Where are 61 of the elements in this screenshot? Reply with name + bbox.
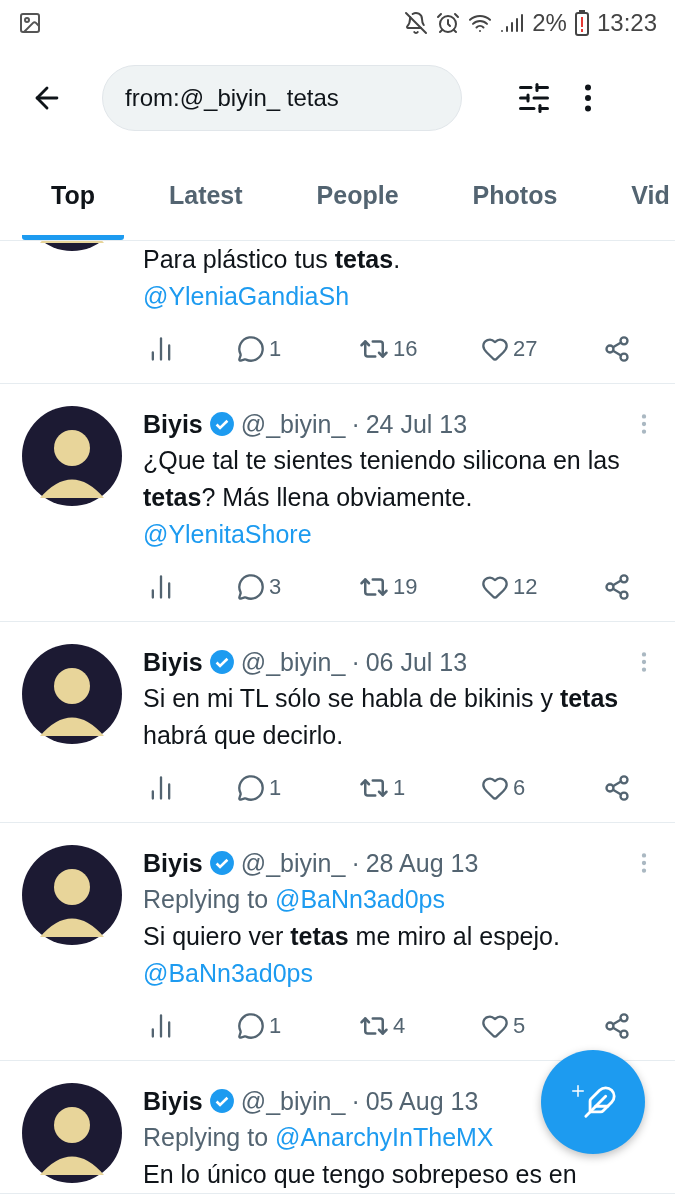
comment-icon bbox=[237, 1012, 265, 1040]
compose-button[interactable] bbox=[541, 1050, 645, 1154]
clock-time: 13:23 bbox=[596, 8, 657, 37]
replying-label: Replying to bbox=[143, 885, 269, 913]
author-handle: @_biyin_ bbox=[240, 647, 346, 677]
retweet-button[interactable]: 4 bbox=[359, 1011, 419, 1041]
separator-dot: · bbox=[351, 409, 360, 439]
like-button[interactable]: 27 bbox=[481, 335, 541, 363]
heart-icon bbox=[481, 573, 509, 601]
tweet-text: Si quiero ver tetas me miro al espejo. bbox=[143, 921, 561, 952]
share-icon[interactable] bbox=[603, 774, 631, 802]
author-name: Biyis bbox=[143, 1086, 203, 1116]
author-name: Biyis bbox=[143, 848, 203, 878]
heart-icon bbox=[481, 774, 509, 802]
tab[interactable]: Latest bbox=[139, 150, 272, 240]
author-name: Biyis bbox=[143, 409, 203, 439]
tweet-date: 24 Jul 13 bbox=[365, 409, 468, 439]
comment-icon bbox=[237, 774, 265, 802]
comment-icon bbox=[237, 573, 265, 601]
comment-icon bbox=[237, 335, 265, 363]
plus-icon bbox=[569, 1082, 587, 1100]
author-handle: @_biyin_ bbox=[240, 848, 346, 878]
tweet-date: 05 Aug 13 bbox=[365, 1086, 479, 1116]
heart-icon bbox=[481, 1012, 509, 1040]
like-button[interactable]: 5 bbox=[481, 1012, 541, 1040]
search-field[interactable]: from:@_biyin_ tetas bbox=[102, 64, 462, 131]
tab[interactable]: Photos bbox=[443, 150, 587, 240]
retweet-button[interactable]: 19 bbox=[359, 572, 419, 602]
like-button[interactable]: 6 bbox=[481, 774, 541, 802]
retweet-button[interactable]: 16 bbox=[359, 334, 419, 364]
share-icon[interactable] bbox=[603, 1012, 631, 1040]
like-button[interactable]: 12 bbox=[481, 573, 541, 601]
heart-icon bbox=[481, 335, 509, 363]
tab[interactable]: Vid bbox=[602, 150, 670, 240]
feather-icon bbox=[583, 1085, 617, 1119]
tweet-date: 28 Aug 13 bbox=[365, 848, 479, 878]
reply-button[interactable]: 1 bbox=[237, 1012, 297, 1040]
reply-button[interactable]: 1 bbox=[237, 774, 297, 802]
tweet-text: Si en mi TL sólo se habla de bikinis y tetas habrá que decirlo. bbox=[143, 683, 620, 751]
author-name: Biyis bbox=[143, 647, 203, 677]
separator-dot: · bbox=[351, 1086, 360, 1116]
reply-button[interactable]: 3 bbox=[237, 573, 297, 601]
battery-level: 2% bbox=[532, 8, 567, 37]
mute-icon bbox=[404, 10, 429, 35]
replying-label: Replying to bbox=[143, 1123, 269, 1151]
separator-dot: · bbox=[351, 848, 360, 878]
tweet-text: Para plástico tus tetas. bbox=[143, 244, 402, 275]
retweet-button[interactable]: 1 bbox=[359, 773, 419, 803]
tweet-date: 06 Jul 13 bbox=[365, 647, 468, 677]
reply-button[interactable]: 1 bbox=[237, 335, 297, 363]
share-icon[interactable] bbox=[603, 573, 631, 601]
author-handle: @_biyin_ bbox=[240, 1086, 346, 1116]
author-handle: @_biyin_ bbox=[240, 409, 346, 439]
alarm-icon bbox=[436, 10, 461, 35]
tweet-text: ¿Que tal te sientes teniendo silicona en las tetas? Más llena obviamente. bbox=[143, 445, 621, 513]
gallery-icon bbox=[18, 10, 42, 35]
battery-icon bbox=[574, 9, 589, 36]
tab[interactable]: People bbox=[287, 150, 428, 240]
share-icon[interactable] bbox=[603, 335, 631, 363]
separator-dot: · bbox=[351, 647, 360, 677]
tweet-text: En lo único que tengo sobrepeso es en bbox=[143, 1159, 578, 1190]
